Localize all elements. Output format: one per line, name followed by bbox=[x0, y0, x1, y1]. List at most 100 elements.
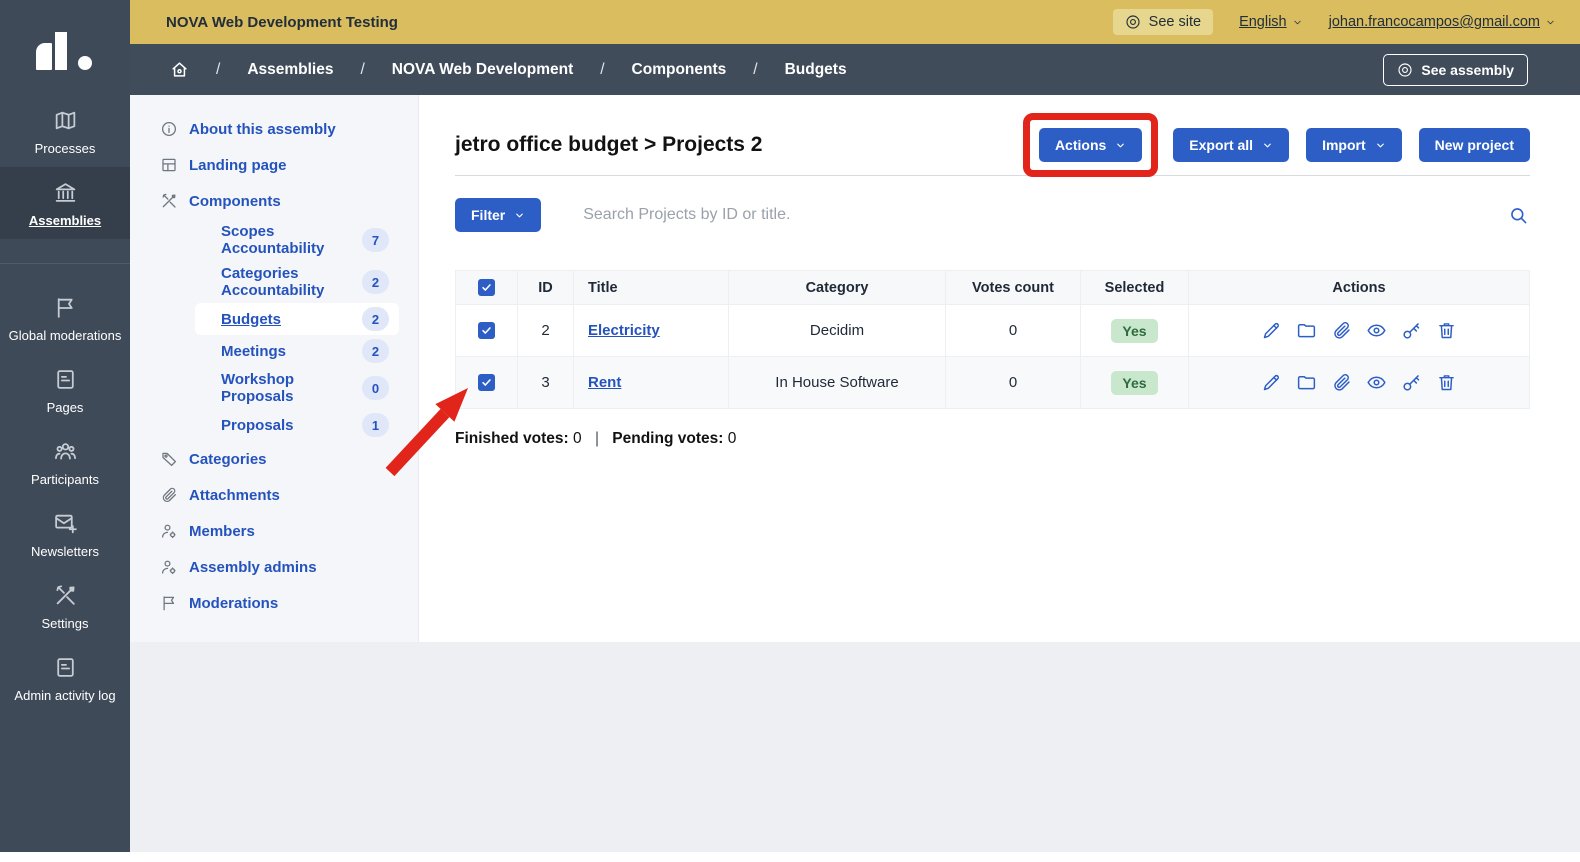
breadcrumb: / Assemblies / NOVA Web Development / Co… bbox=[130, 44, 1580, 95]
actions-button[interactable]: Actions bbox=[1039, 128, 1142, 162]
import-button[interactable]: Import bbox=[1306, 128, 1402, 162]
flag-icon bbox=[160, 594, 178, 612]
component-item-proposals[interactable]: Proposals 1 bbox=[195, 409, 399, 441]
component-item-meetings[interactable]: Meetings 2 bbox=[195, 335, 399, 367]
column-header-title: Title bbox=[574, 271, 729, 305]
breadcrumb-item-assemblies[interactable]: Assemblies bbox=[247, 61, 333, 79]
folder-icon[interactable] bbox=[1296, 372, 1317, 393]
new-project-label: New project bbox=[1435, 137, 1514, 153]
decidim-logo-mark bbox=[36, 26, 94, 70]
decidim-logo[interactable] bbox=[0, 0, 130, 95]
edit-pencil-icon[interactable] bbox=[1261, 372, 1282, 393]
sidebar-item-global-moderations[interactable]: Global moderations bbox=[0, 282, 130, 354]
permissions-key-icon[interactable] bbox=[1401, 372, 1422, 393]
home-icon[interactable] bbox=[170, 60, 189, 79]
cell-id: 3 bbox=[518, 357, 574, 409]
sidebar-item-admin-activity-log[interactable]: Admin activity log bbox=[0, 642, 130, 714]
language-label: English bbox=[1239, 14, 1287, 30]
menu-item-label: Attachments bbox=[189, 487, 280, 504]
menu-item-components[interactable]: Components bbox=[130, 183, 418, 219]
toolbar: Actions Export all Import New project bbox=[1025, 128, 1530, 162]
see-assembly-button[interactable]: See assembly bbox=[1383, 54, 1528, 86]
search-icon bbox=[1509, 206, 1528, 225]
component-item-workshop-proposals[interactable]: Workshop Proposals 0 bbox=[195, 367, 399, 409]
menu-item-about-assembly[interactable]: About this assembly bbox=[130, 111, 418, 147]
sidebar-item-label: Admin activity log bbox=[14, 688, 115, 703]
row-checkbox[interactable] bbox=[478, 374, 495, 391]
search-input[interactable] bbox=[583, 206, 1465, 224]
cell-votes-count: 0 bbox=[946, 357, 1081, 409]
delete-trash-icon[interactable] bbox=[1436, 320, 1457, 341]
user-account-dropdown[interactable]: johan.francocampos@gmail.com bbox=[1329, 14, 1556, 30]
column-header-id: ID bbox=[518, 271, 574, 305]
edit-pencil-icon[interactable] bbox=[1261, 320, 1282, 341]
site-title: NOVA Web Development Testing bbox=[166, 14, 398, 31]
menu-item-label: Categories bbox=[189, 451, 267, 468]
menu-item-label: Moderations bbox=[189, 595, 278, 612]
preview-eye-icon[interactable] bbox=[1366, 372, 1387, 393]
sidebar-item-processes[interactable]: Processes bbox=[0, 95, 130, 167]
column-header-votes-count: Votes count bbox=[946, 271, 1081, 305]
sidebar-item-assemblies[interactable]: Assemblies bbox=[0, 167, 130, 239]
menu-item-attachments[interactable]: Attachments bbox=[130, 477, 418, 513]
select-all-checkbox[interactable] bbox=[478, 279, 495, 296]
breadcrumb-item-budgets[interactable]: Budgets bbox=[785, 61, 847, 79]
export-all-button[interactable]: Export all bbox=[1173, 128, 1289, 162]
admin-nav-sidebar: Processes Assemblies Global moderations … bbox=[0, 0, 130, 852]
search-button[interactable] bbox=[1507, 204, 1530, 227]
column-header-actions: Actions bbox=[1189, 271, 1530, 305]
project-title-link[interactable]: Electricity bbox=[588, 322, 660, 339]
document-icon bbox=[53, 655, 78, 680]
user-gear-icon bbox=[160, 522, 178, 540]
people-icon bbox=[53, 439, 78, 464]
breadcrumb-separator: / bbox=[600, 61, 604, 79]
menu-item-moderations[interactable]: Moderations bbox=[130, 585, 418, 621]
info-icon bbox=[160, 120, 178, 138]
filter-button[interactable]: Filter bbox=[455, 198, 541, 232]
project-title-link[interactable]: Rent bbox=[588, 374, 621, 391]
selected-badge: Yes bbox=[1111, 319, 1157, 343]
menu-item-categories[interactable]: Categories bbox=[130, 441, 418, 477]
paperclip-icon[interactable] bbox=[1331, 320, 1352, 341]
component-label: Workshop Proposals bbox=[221, 371, 362, 405]
language-dropdown[interactable]: English bbox=[1239, 14, 1303, 30]
sidebar-item-settings[interactable]: Settings bbox=[0, 570, 130, 642]
menu-item-assembly-admins[interactable]: Assembly admins bbox=[130, 549, 418, 585]
preview-eye-icon[interactable] bbox=[1366, 320, 1387, 341]
menu-item-members[interactable]: Members bbox=[130, 513, 418, 549]
paperclip-icon[interactable] bbox=[1331, 372, 1352, 393]
component-item-scopes-accountability[interactable]: Scopes Accountability 7 bbox=[195, 219, 399, 261]
permissions-key-icon[interactable] bbox=[1401, 320, 1422, 341]
breadcrumb-item-assembly[interactable]: NOVA Web Development bbox=[392, 61, 573, 79]
tools-icon bbox=[53, 583, 78, 608]
chevron-down-icon bbox=[1545, 17, 1556, 28]
see-site-button[interactable]: See site bbox=[1113, 9, 1213, 35]
sidebar-item-label: Participants bbox=[31, 472, 99, 487]
mail-plus-icon bbox=[53, 511, 78, 536]
component-count-badge: 2 bbox=[362, 270, 389, 294]
sidebar-item-newsletters[interactable]: Newsletters bbox=[0, 498, 130, 570]
chevron-down-icon bbox=[514, 210, 525, 221]
filter-label: Filter bbox=[471, 207, 505, 223]
bank-icon bbox=[53, 180, 78, 205]
sidebar-item-participants[interactable]: Participants bbox=[0, 426, 130, 498]
column-header-category: Category bbox=[729, 271, 946, 305]
selected-badge: Yes bbox=[1111, 371, 1157, 395]
breadcrumb-item-components[interactable]: Components bbox=[632, 61, 727, 79]
projects-table: ID Title Category Votes count Selected A… bbox=[455, 270, 1530, 409]
folder-icon[interactable] bbox=[1296, 320, 1317, 341]
user-gear-icon bbox=[160, 558, 178, 576]
annotation-red-box: Actions bbox=[1023, 113, 1158, 177]
new-project-button[interactable]: New project bbox=[1419, 128, 1530, 162]
column-header-selected: Selected bbox=[1081, 271, 1189, 305]
menu-item-label: Landing page bbox=[189, 157, 287, 174]
component-item-categories-accountability[interactable]: Categories Accountability 2 bbox=[195, 261, 399, 303]
breadcrumb-separator: / bbox=[360, 61, 364, 79]
row-checkbox[interactable] bbox=[478, 322, 495, 339]
delete-trash-icon[interactable] bbox=[1436, 372, 1457, 393]
menu-item-landing-page[interactable]: Landing page bbox=[130, 147, 418, 183]
component-item-budgets[interactable]: Budgets 2 bbox=[195, 303, 399, 335]
sidebar-item-pages[interactable]: Pages bbox=[0, 354, 130, 426]
component-count-badge: 1 bbox=[362, 413, 389, 437]
map-icon bbox=[53, 108, 78, 133]
